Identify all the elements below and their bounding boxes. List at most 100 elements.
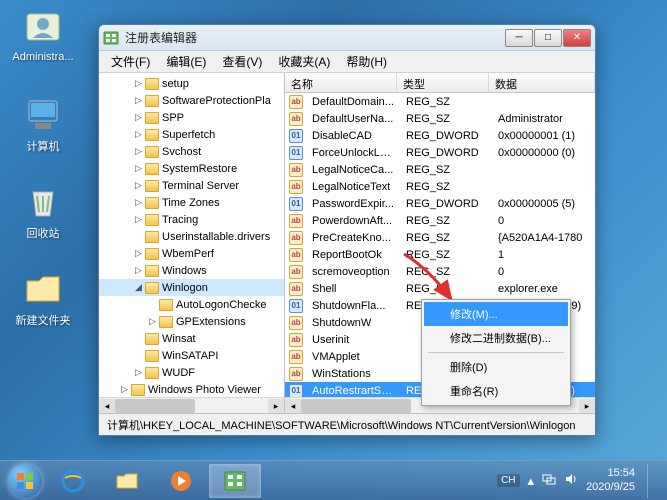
tree-node-label: Windows Photo Viewer — [148, 384, 261, 396]
tree-node[interactable]: ▷SPP — [99, 109, 284, 126]
cell-data: 0x00000000 (0) — [492, 147, 595, 159]
col-name[interactable]: 名称 — [285, 73, 397, 92]
expander-icon[interactable]: ◢ — [133, 282, 144, 293]
tree-node[interactable]: ▷GPExtensions — [99, 313, 284, 330]
tree-node[interactable]: ▷SystemRestore — [99, 160, 284, 177]
cell-type: REG_SZ — [400, 283, 492, 295]
context-menu-item[interactable]: 修改二进制数据(B)... — [424, 326, 568, 350]
desktop-icon-label: 新建文件夹 — [8, 312, 78, 328]
start-button[interactable] — [4, 464, 46, 498]
user-icon — [23, 8, 63, 48]
expander-icon[interactable]: ▷ — [133, 367, 144, 378]
tray-network-icon[interactable] — [542, 472, 556, 489]
tree-node[interactable]: ◢Winlogon — [99, 279, 284, 296]
expander-icon[interactable]: ▷ — [133, 197, 144, 208]
menu-favorites[interactable]: 收藏夹(A) — [270, 51, 338, 72]
list-row[interactable]: abLegalNoticeTextREG_SZ — [285, 178, 595, 195]
context-menu-item[interactable]: 重命名(R) — [424, 379, 568, 403]
task-ie[interactable] — [47, 464, 99, 498]
menu-edit[interactable]: 编辑(E) — [158, 51, 214, 72]
desktop-icon-computer[interactable]: 计算机 — [8, 95, 78, 154]
menu-file[interactable]: 文件(F) — [103, 51, 158, 72]
list-row[interactable]: abShellREG_SZexplorer.exe — [285, 280, 595, 297]
list-row[interactable]: abLegalNoticeCa...REG_SZ — [285, 161, 595, 178]
tree-node[interactable]: ▷setup — [99, 75, 284, 92]
tree-node[interactable]: ▷Terminal Server — [99, 177, 284, 194]
expander-icon[interactable]: ▷ — [133, 163, 144, 174]
tree-node[interactable]: ▷Windows — [99, 262, 284, 279]
context-menu-item[interactable]: 修改(M)... — [424, 302, 568, 326]
tree-node[interactable]: ▷SoftwareProtectionPla — [99, 92, 284, 109]
list-row[interactable]: abPreCreateKno...REG_SZ{A520A1A4-1780 — [285, 229, 595, 246]
expander-icon[interactable] — [133, 333, 144, 344]
expander-icon[interactable]: ▷ — [147, 316, 158, 327]
menu-help[interactable]: 帮助(H) — [338, 51, 395, 72]
list-row[interactable]: 01DisableCADREG_DWORD0x00000001 (1) — [285, 127, 595, 144]
expander-icon[interactable]: ▷ — [133, 214, 144, 225]
minimize-button[interactable]: ─ — [505, 29, 533, 47]
expander-icon[interactable]: ▷ — [133, 95, 144, 106]
desktop-icon-recycle[interactable]: 回收站 — [8, 182, 78, 241]
list-row[interactable]: 01PasswordExpir...REG_DWORD0x00000005 (5… — [285, 195, 595, 212]
string-value-icon: ab — [289, 333, 303, 347]
cell-type: REG_SZ — [400, 164, 492, 176]
tree-node[interactable]: ▷Svchost — [99, 143, 284, 160]
folder-icon — [145, 282, 159, 294]
list-row[interactable]: abReportBootOkREG_SZ1 — [285, 246, 595, 263]
tree-node[interactable]: ▷WbemPerf — [99, 245, 284, 262]
show-desktop-button[interactable] — [647, 464, 657, 498]
expander-icon[interactable]: ▷ — [133, 112, 144, 123]
expander-icon[interactable]: ▷ — [133, 78, 144, 89]
tray-sound-icon[interactable] — [564, 472, 578, 489]
tree-node[interactable]: ▷Superfetch — [99, 126, 284, 143]
expander-icon[interactable]: ▷ — [133, 248, 144, 259]
col-type[interactable]: 类型 — [397, 73, 489, 92]
expander-icon[interactable]: ▷ — [133, 265, 144, 276]
expander-icon[interactable] — [133, 350, 144, 361]
expander-icon[interactable] — [147, 299, 158, 310]
task-regedit[interactable] — [209, 464, 261, 498]
task-mediaplayer[interactable] — [155, 464, 207, 498]
expander-icon[interactable]: ▷ — [133, 180, 144, 191]
task-explorer[interactable] — [101, 464, 153, 498]
cell-data: 0 — [492, 215, 595, 227]
close-button[interactable]: ✕ — [563, 29, 591, 47]
list-row[interactable]: abPowerdownAft...REG_SZ0 — [285, 212, 595, 229]
col-data[interactable]: 数据 — [489, 73, 595, 92]
expander-icon[interactable] — [133, 231, 144, 242]
tree-node[interactable]: WinSATAPI — [99, 347, 284, 364]
dword-value-icon: 01 — [289, 197, 303, 211]
desktop-icon-newfolder[interactable]: 新建文件夹 — [8, 269, 78, 328]
tree-node[interactable]: Winsat — [99, 330, 284, 347]
maximize-button[interactable]: □ — [534, 29, 562, 47]
clock[interactable]: 15:54 2020/9/25 — [586, 467, 635, 493]
expander-icon[interactable]: ▷ — [133, 129, 144, 140]
tree-node[interactable]: ▷ Windows Photo Viewer — [99, 381, 284, 398]
tree-hscroll[interactable]: ◂ ▸ — [99, 397, 284, 413]
language-indicator[interactable]: CH — [497, 474, 519, 487]
tree-node[interactable]: ▷Time Zones — [99, 194, 284, 211]
folder-icon — [145, 146, 159, 158]
tray-flag-icon[interactable]: ▴ — [528, 473, 535, 489]
clock-date: 2020/9/25 — [586, 481, 635, 494]
list-row[interactable]: 01ForceUnlockLo...REG_DWORD0x00000000 (0… — [285, 144, 595, 161]
folder-icon — [145, 78, 159, 90]
tree-pane[interactable]: ▷setup▷SoftwareProtectionPla▷SPP▷Superfe… — [99, 73, 285, 413]
tree-node[interactable]: Userinstallable.drivers — [99, 228, 284, 245]
list-row[interactable]: abscremoveoptionREG_SZ0 — [285, 263, 595, 280]
cell-name: DefaultUserNa... — [306, 113, 400, 125]
list-row[interactable]: abDefaultUserNa...REG_SZAdministrator — [285, 110, 595, 127]
desktop-icon-admin[interactable]: Administra... — [8, 8, 78, 63]
folder-icon — [145, 129, 159, 141]
tree-node[interactable]: ▷WUDF — [99, 364, 284, 381]
titlebar[interactable]: 注册表编辑器 ─ □ ✕ — [99, 25, 595, 51]
tree-node[interactable]: AutoLogonChecke — [99, 296, 284, 313]
context-menu-item[interactable]: 删除(D) — [424, 355, 568, 379]
expander-icon[interactable]: ▷ — [133, 146, 144, 157]
expander-icon[interactable]: ▷ — [119, 384, 130, 395]
list-row[interactable]: abDefaultDomain...REG_SZ — [285, 93, 595, 110]
desktop-icon-label: Administra... — [8, 51, 78, 63]
menu-view[interactable]: 查看(V) — [214, 51, 270, 72]
tree-node[interactable]: ▷Tracing — [99, 211, 284, 228]
cell-data: explorer.exe — [492, 283, 595, 295]
